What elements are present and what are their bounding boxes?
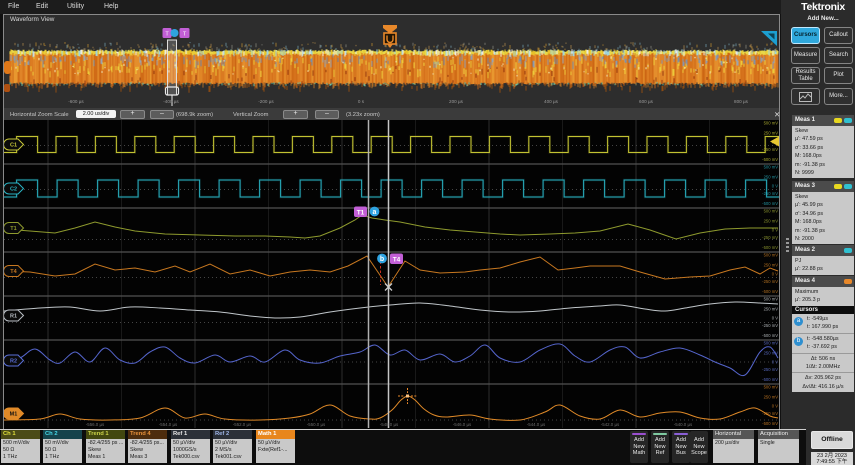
svg-text:500 mV: 500 mV (764, 165, 779, 170)
svg-text:T1: T1 (10, 226, 16, 232)
svg-text:800 µs: 800 µs (734, 99, 749, 104)
svg-text:250 mV: 250 mV (764, 395, 779, 400)
svg-text:-500 mV: -500 mV (762, 377, 778, 382)
svg-text:-500 mV: -500 mV (762, 245, 778, 250)
svg-text:C1: C1 (10, 143, 17, 149)
svg-text:400 µs: 400 µs (544, 99, 559, 104)
svg-text:250 mV: 250 mV (764, 219, 779, 224)
svg-text:-250 mV: -250 mV (762, 235, 778, 240)
svg-text:-250 mV: -250 mV (762, 191, 778, 196)
svg-text:500 mV: 500 mV (764, 297, 779, 302)
svg-text:250 mV: 250 mV (764, 307, 779, 312)
svg-text:-500 mV: -500 mV (762, 201, 778, 206)
svg-text:-500 mV: -500 mV (762, 289, 778, 294)
svg-text:T4: T4 (10, 269, 17, 275)
svg-text:600 µs: 600 µs (639, 99, 654, 104)
svg-text:-250 mV: -250 mV (762, 411, 778, 416)
svg-text:500 mV: 500 mV (764, 341, 779, 346)
svg-text:0 V: 0 V (772, 272, 778, 277)
svg-text:0 V: 0 V (772, 228, 778, 233)
svg-text:200 µs: 200 µs (449, 99, 464, 104)
svg-text:500 mV: 500 mV (764, 209, 779, 214)
svg-text:a: a (373, 209, 377, 216)
svg-text:T4: T4 (393, 257, 401, 264)
svg-text:0 V: 0 V (772, 360, 778, 365)
svg-text:0 s: 0 s (358, 99, 365, 104)
svg-text:250 mV: 250 mV (764, 263, 779, 268)
svg-text:-400 µs: -400 µs (163, 99, 179, 104)
svg-text:250 mV: 250 mV (764, 131, 779, 136)
svg-text:500 mV: 500 mV (764, 385, 779, 390)
svg-text:500 mV: 500 mV (764, 253, 779, 258)
svg-text:C2: C2 (10, 187, 17, 193)
svg-text:-500 mV: -500 mV (762, 157, 778, 162)
svg-text:-540.0 µs: -540.0 µs (674, 422, 693, 427)
svg-text:250 mV: 250 mV (764, 175, 779, 180)
svg-text:-556.0 µs: -556.0 µs (86, 422, 105, 427)
svg-text:0 V: 0 V (772, 184, 778, 189)
svg-text:0 V: 0 V (772, 316, 778, 321)
svg-text:-250 mV: -250 mV (762, 147, 778, 152)
svg-text:-546.0 µs: -546.0 µs (453, 422, 472, 427)
svg-text:-544.0 µs: -544.0 µs (527, 422, 546, 427)
svg-text:-552.0 µs: -552.0 µs (233, 422, 252, 427)
svg-text:-550.0 µs: -550.0 µs (307, 422, 326, 427)
svg-text:-200 µs: -200 µs (258, 99, 274, 104)
svg-text:M1: M1 (10, 412, 18, 418)
svg-text:T1: T1 (357, 210, 365, 217)
svg-text:-600 µs: -600 µs (68, 99, 84, 104)
svg-text:b: b (380, 256, 384, 263)
svg-text:0 V: 0 V (772, 404, 778, 409)
svg-text:-500 mV: -500 mV (762, 333, 778, 338)
svg-text:-548.0 µs: -548.0 µs (380, 422, 399, 427)
svg-text:R2: R2 (10, 359, 17, 365)
svg-text:-250 mV: -250 mV (762, 279, 778, 284)
svg-text:-542.0 µs: -542.0 µs (601, 422, 620, 427)
svg-text:-500 mV: -500 mV (762, 421, 778, 426)
svg-text:R1: R1 (10, 314, 17, 320)
svg-text:-554.0 µs: -554.0 µs (159, 422, 178, 427)
svg-text:250 mV: 250 mV (764, 351, 779, 356)
svg-text:500 mV: 500 mV (764, 121, 779, 126)
svg-text:-250 mV: -250 mV (762, 323, 778, 328)
svg-text:-250 mV: -250 mV (762, 367, 778, 372)
